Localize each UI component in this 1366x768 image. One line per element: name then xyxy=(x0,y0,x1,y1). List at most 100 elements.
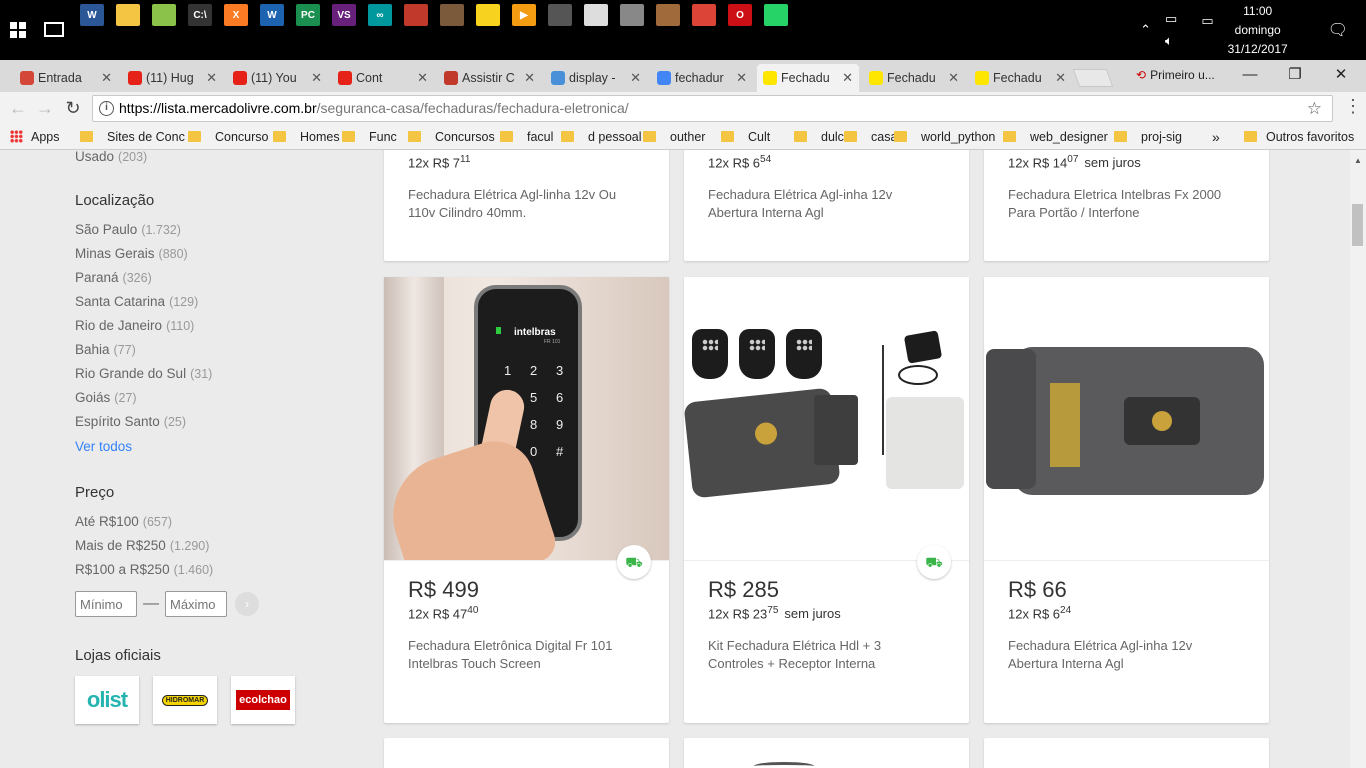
location-filter-item[interactable]: Bahia (77) xyxy=(75,341,355,365)
bookmark-folder[interactable]: Func xyxy=(342,125,397,149)
browser-tab[interactable]: Assistir C ✕ xyxy=(438,64,541,92)
browser-tab[interactable]: display - ✕ xyxy=(545,64,647,92)
product-image[interactable] xyxy=(684,277,969,561)
bookmark-other-favorites[interactable]: Outros favoritos xyxy=(1244,125,1354,149)
location-filter-item[interactable]: Santa Catarina (129) xyxy=(75,293,355,317)
chrome-icon[interactable] xyxy=(692,4,716,26)
see-all-locations-link[interactable]: Ver todos xyxy=(75,439,355,454)
address-bar[interactable]: i https://lista.mercadolivre.com.br/segu… xyxy=(92,95,1333,122)
product-card[interactable]: ⛟ R$ 285 12x R$ 2375 sem juros Kit Fechadura… xyxy=(684,277,969,723)
browser-tab[interactable]: (11) Hug ✕ xyxy=(122,64,223,92)
page-scrollbar[interactable]: ▲ xyxy=(1350,150,1366,768)
bookmark-folder[interactable]: Sites de Conc xyxy=(80,125,185,149)
close-tab-icon[interactable]: ✕ xyxy=(311,64,322,92)
location-filter-item[interactable]: Rio de Janeiro (110) xyxy=(75,317,355,341)
official-store-logo[interactable]: HIDROMAR xyxy=(153,676,217,724)
bookmark-folder[interactable]: web_designer xyxy=(1003,125,1108,149)
android-icon[interactable] xyxy=(152,4,176,26)
chevron-up-icon[interactable]: ⌃ xyxy=(1140,22,1151,38)
bookmark-apps[interactable]: Apps xyxy=(10,125,60,149)
close-tab-icon[interactable]: ✕ xyxy=(524,64,535,92)
min-price-input[interactable] xyxy=(75,591,137,617)
price-filter-item[interactable]: Até R$100 (657) xyxy=(75,513,355,537)
battery-icon[interactable]: ▭ xyxy=(1201,13,1213,29)
product-card-partial[interactable] xyxy=(684,738,969,768)
browser-tab[interactable]: Fechadu ✕ xyxy=(757,64,859,92)
product-card[interactable]: intelbrasFR 101123456789*0#⛟R$ 49912x R$… xyxy=(384,277,669,723)
product-card[interactable]: 12x R$ 654 Fechadura Elétrica Agl-inha 12… xyxy=(684,150,969,261)
filter-condition-used[interactable]: Usado (203) xyxy=(75,150,355,172)
pycharm-icon[interactable]: PC xyxy=(296,4,320,26)
close-tab-icon[interactable]: ✕ xyxy=(630,64,641,92)
browser-tab[interactable]: Fechadu ✕ xyxy=(969,64,1072,92)
visual-studio-icon[interactable]: VS xyxy=(332,4,356,26)
movie-maker-icon[interactable] xyxy=(620,4,644,26)
image-tool-icon[interactable] xyxy=(548,4,572,26)
bookmark-folder[interactable]: outher xyxy=(643,125,705,149)
close-tab-icon[interactable]: ✕ xyxy=(1055,64,1066,92)
close-tab-icon[interactable]: ✕ xyxy=(101,64,112,92)
bookmark-folder[interactable]: d pessoal xyxy=(561,125,642,149)
product-image[interactable] xyxy=(984,277,1269,561)
location-filter-item[interactable]: Paraná (326) xyxy=(75,269,355,293)
browser-tab[interactable]: Fechadu ✕ xyxy=(863,64,965,92)
windows-start-icon[interactable] xyxy=(10,22,26,38)
product-card[interactable]: R$ 66 12x R$ 624 Fechadura Elétrica Agl-in… xyxy=(984,277,1269,723)
bookmark-folder[interactable]: Homes xyxy=(273,125,340,149)
close-tab-icon[interactable]: ✕ xyxy=(842,64,853,92)
product-card[interactable]: 12x R$ 1407 sem juros Fechadura Eletrica I… xyxy=(984,150,1269,261)
bookmark-folder[interactable]: facul xyxy=(500,125,553,149)
photo-app-icon[interactable] xyxy=(440,4,464,26)
bookmarks-overflow-button[interactable]: » xyxy=(1212,125,1220,149)
document-icon[interactable]: W xyxy=(260,4,284,26)
sticky-notes-icon[interactable] xyxy=(476,4,500,26)
network-icon[interactable]: ▭ xyxy=(1165,11,1177,27)
location-filter-item[interactable]: Minas Gerais (880) xyxy=(75,245,355,269)
bookmark-folder[interactable]: casa xyxy=(844,125,897,149)
volume-icon[interactable]: 🔈︎ xyxy=(1165,33,1177,49)
close-tab-icon[interactable]: ✕ xyxy=(417,64,428,92)
official-store-logo[interactable]: ecolchao xyxy=(231,676,295,724)
word-icon[interactable]: W xyxy=(80,4,104,26)
price-filter-item[interactable]: R$100 a R$250 (1.460) xyxy=(75,561,355,585)
close-window-button[interactable]: ✕ xyxy=(1318,60,1364,90)
product-card[interactable]: 12x R$ 711 Fechadura Elétrica Agl-linha 1… xyxy=(384,150,669,261)
paint-icon[interactable] xyxy=(584,4,608,26)
new-tab-button[interactable] xyxy=(1072,69,1114,87)
app-icon[interactable] xyxy=(404,4,428,26)
bookmark-folder[interactable]: Concursos xyxy=(408,125,495,149)
opera-icon[interactable]: O xyxy=(728,4,752,26)
bookmark-folder[interactable]: Cult xyxy=(721,125,770,149)
whatsapp-icon[interactable] xyxy=(764,4,788,26)
product-card-partial[interactable] xyxy=(984,738,1269,768)
reload-button[interactable]: ↻ xyxy=(61,96,85,120)
browser-menu-icon[interactable]: ⋮ xyxy=(1344,96,1362,117)
location-filter-item[interactable]: Espírito Santo (25) xyxy=(75,413,355,437)
settings-app-icon[interactable] xyxy=(656,4,680,26)
apply-price-button[interactable]: › xyxy=(235,592,259,616)
product-card-partial[interactable] xyxy=(384,738,669,768)
bookmark-folder[interactable]: Concurso xyxy=(188,125,269,149)
bookmark-folder[interactable]: proj-sig xyxy=(1114,125,1182,149)
product-image[interactable]: intelbrasFR 101123456789*0# xyxy=(384,277,669,561)
scroll-up-icon[interactable]: ▲ xyxy=(1354,156,1362,165)
official-store-logo[interactable]: olist xyxy=(75,676,139,724)
browser-tab[interactable]: Entrada ✕ xyxy=(14,64,118,92)
browser-tab[interactable]: Cont ✕ xyxy=(332,64,434,92)
scrollbar-thumb[interactable] xyxy=(1352,204,1363,246)
max-price-input[interactable] xyxy=(165,591,227,617)
action-center-icon[interactable]: 🗨︎ xyxy=(1328,20,1348,40)
file-explorer-icon[interactable] xyxy=(116,4,140,26)
bookmark-folder[interactable]: world_python xyxy=(894,125,995,149)
browser-tab[interactable]: fechadur ✕ xyxy=(651,64,753,92)
close-tab-icon[interactable]: ✕ xyxy=(206,64,217,92)
arduino-icon[interactable]: ∞ xyxy=(368,4,392,26)
restore-button[interactable]: ❐ xyxy=(1272,60,1318,90)
task-view-icon[interactable] xyxy=(44,22,64,37)
forward-button[interactable]: → xyxy=(33,96,57,120)
location-filter-item[interactable]: São Paulo (1.732) xyxy=(75,221,355,245)
cmd-icon[interactable]: C:\ xyxy=(188,4,212,26)
bookmark-star-icon[interactable]: ☆ xyxy=(1307,96,1322,121)
info-icon[interactable]: i xyxy=(99,101,114,116)
location-filter-item[interactable]: Rio Grande do Sul (31) xyxy=(75,365,355,389)
